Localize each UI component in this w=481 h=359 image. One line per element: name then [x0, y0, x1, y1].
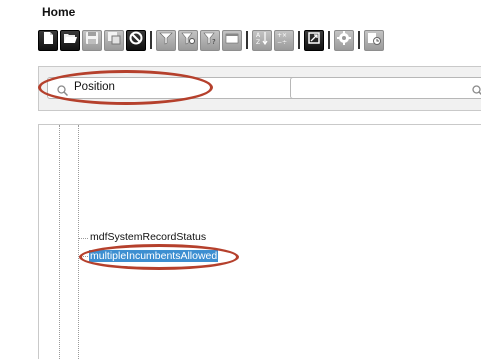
svg-text:+×: +× — [277, 32, 287, 39]
search-input[interactable] — [290, 77, 481, 99]
cancel-button[interactable] — [126, 29, 146, 51]
filter-settings-icon — [181, 31, 195, 50]
tree-panel: mdfSystemRecordStatus multipleIncumbents… — [38, 124, 481, 359]
schedule-button[interactable] — [364, 29, 384, 51]
svg-text:A: A — [256, 32, 261, 39]
new-icon — [41, 31, 55, 50]
sort-icon: AZ — [255, 31, 269, 50]
combobox-value: Position — [74, 81, 115, 93]
filter-button[interactable] — [156, 29, 176, 51]
save-as-icon — [107, 31, 121, 50]
tree-connector — [78, 256, 88, 257]
date-filter-button[interactable] — [222, 29, 242, 51]
toolbar-separator — [246, 31, 248, 49]
open-folder-icon — [63, 31, 77, 50]
filter-icon — [159, 31, 173, 50]
filter-help-button[interactable]: ? — [200, 29, 220, 51]
tree-item-multipleincumbentsallowed[interactable]: multipleIncumbentsAllowed — [89, 250, 219, 262]
refresh-icon — [307, 31, 321, 50]
cancel-icon — [129, 31, 143, 50]
field-combobox[interactable]: Position — [47, 77, 324, 99]
save-button[interactable] — [82, 29, 102, 51]
tree-item-mdfsystemrecordstatus[interactable]: mdfSystemRecordStatus — [90, 231, 206, 243]
date-filter-icon — [225, 31, 239, 50]
tree-guide-line — [59, 125, 60, 359]
schedule-icon — [367, 31, 381, 50]
filter-bar: Position — [38, 66, 481, 111]
search-icon — [472, 83, 481, 96]
refresh-button[interactable] — [304, 29, 324, 51]
toolbar: ? AZ +× −÷ — [38, 28, 386, 52]
toolbar-separator — [328, 31, 330, 49]
search-icon — [57, 83, 69, 97]
calculate-icon: +× −÷ — [277, 31, 291, 50]
filter-settings-button[interactable] — [178, 29, 198, 51]
svg-text:−÷: −÷ — [277, 39, 287, 45]
page-title: Home — [42, 5, 76, 19]
svg-text:?: ? — [212, 38, 216, 45]
filter-help-icon: ? — [203, 31, 217, 50]
save-as-button[interactable] — [104, 29, 124, 51]
svg-text:Z: Z — [256, 39, 260, 45]
toolbar-separator — [358, 31, 360, 49]
tree-connector — [78, 238, 88, 239]
tree-guide-line — [78, 125, 79, 359]
settings-button[interactable] — [334, 29, 354, 51]
open-button[interactable] — [60, 29, 80, 51]
toolbar-separator — [298, 31, 300, 49]
calculate-button[interactable]: +× −÷ — [274, 29, 294, 51]
sort-button[interactable]: AZ — [252, 29, 272, 51]
new-button[interactable] — [38, 29, 58, 51]
save-icon — [85, 31, 99, 50]
toolbar-separator — [150, 31, 152, 49]
settings-icon — [337, 30, 351, 50]
